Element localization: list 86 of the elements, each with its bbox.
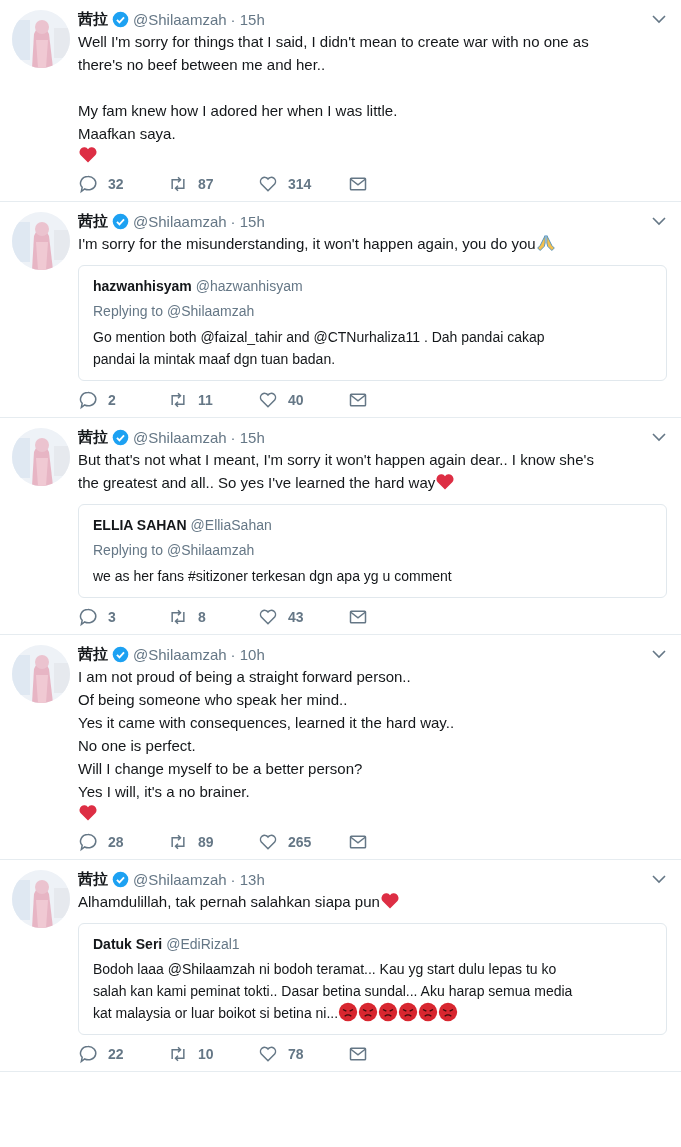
like-count: 314 bbox=[288, 176, 312, 192]
like-count: 78 bbox=[288, 1046, 304, 1062]
user-handle[interactable]: @Shilaamzah bbox=[133, 10, 227, 28]
like-icon[interactable] bbox=[258, 1044, 278, 1064]
quoted-user-name: hazwanhisyam bbox=[93, 277, 192, 296]
like-count: 43 bbox=[288, 609, 304, 625]
angry-face-icon bbox=[358, 1002, 379, 1022]
mail-icon[interactable] bbox=[348, 174, 368, 194]
retweet-icon[interactable] bbox=[168, 1044, 188, 1064]
user-handle[interactable]: @Shilaamzah bbox=[133, 645, 227, 663]
quoted-tweet-text: Go mention both @faizal_tahir and @CTNurhaliza11 . Dah pandai cakap pandai la mintak maaf dgn tuan badan. bbox=[93, 328, 546, 369]
tweet-text: Alhamdulillah, tak pernah salahkan siapa pun bbox=[78, 890, 667, 913]
retweet-icon[interactable] bbox=[168, 390, 188, 410]
retweet-count: 89 bbox=[198, 834, 214, 850]
tweet-text: I'm sorry for the misunderstanding, it won't happen again, you do you bbox=[78, 232, 667, 255]
reply-count: 32 bbox=[108, 176, 124, 192]
retweet-icon[interactable] bbox=[168, 832, 188, 852]
quoted-user-name: Datuk Seri bbox=[93, 935, 163, 954]
verified-badge-icon bbox=[112, 10, 129, 28]
angry-face-icon bbox=[338, 1002, 359, 1022]
user-name[interactable]: 茜拉 bbox=[78, 869, 108, 889]
user-handle[interactable]: @Shilaamzah bbox=[133, 212, 227, 230]
user-name[interactable]: 茜拉 bbox=[78, 9, 108, 29]
reply-icon[interactable] bbox=[78, 174, 98, 194]
mail-icon[interactable] bbox=[348, 390, 368, 410]
reply-icon[interactable] bbox=[78, 1044, 98, 1064]
quoted-tweet[interactable]: ELLIA SAHAN @ElliaSahan Replying to @Shilaamzah we as her fans #sitizoner terkesan dgn apa yg u comment bbox=[78, 504, 667, 598]
retweet-count: 87 bbox=[198, 176, 214, 192]
user-handle[interactable]: @Shilaamzah bbox=[133, 428, 227, 446]
like-icon[interactable] bbox=[258, 832, 278, 852]
retweet-count: 11 bbox=[198, 392, 213, 408]
tweet-time[interactable]: · 15h bbox=[230, 212, 265, 230]
tweet-text: I am not proud of being a straight forward person.. Of being someone who speak her mind.. Yes it came with consequences, learned it the hard way.. No one is perfect. Will I change myself to be a better person? Yes I will, it's a no brainer. bbox=[78, 667, 456, 802]
quoted-user-handle: @EdiRizal1 bbox=[166, 935, 240, 954]
retweet-icon[interactable] bbox=[168, 174, 188, 194]
verified-badge-icon bbox=[112, 212, 129, 230]
reply-count: 22 bbox=[108, 1046, 124, 1062]
like-count: 265 bbox=[288, 834, 312, 850]
retweet-icon[interactable] bbox=[168, 607, 188, 627]
angry-face-icon bbox=[418, 1002, 439, 1022]
heart-icon bbox=[78, 803, 98, 823]
reply-icon[interactable] bbox=[78, 390, 98, 410]
mail-icon[interactable] bbox=[348, 832, 368, 852]
tweet-time[interactable]: · 13h bbox=[230, 870, 265, 888]
mail-icon[interactable] bbox=[348, 1044, 368, 1064]
heart-icon bbox=[435, 472, 456, 492]
retweet-count: 8 bbox=[198, 609, 206, 625]
quoted-tweet[interactable] bbox=[78, 923, 667, 1035]
angry-face-icon bbox=[398, 1002, 419, 1022]
reply-icon[interactable] bbox=[78, 607, 98, 627]
praying-hands-icon bbox=[535, 233, 556, 253]
like-icon[interactable] bbox=[258, 390, 278, 410]
tweet-time[interactable]: · 10h bbox=[230, 645, 265, 663]
like-icon[interactable] bbox=[258, 607, 278, 627]
reply-count: 3 bbox=[108, 609, 116, 625]
angry-face-icon bbox=[438, 1002, 459, 1022]
mail-icon[interactable] bbox=[348, 607, 368, 627]
replying-to-text: Replying to @Shilaamzah bbox=[93, 302, 256, 321]
quoted-tweet[interactable]: hazwanhisyam @hazwanhisyam Replying to @Shilaamzah Go mention both @faizal_tahir and @CTNurhaliza11 . Dah pandai cakap pandai la mintak maaf dgn tuan badan. bbox=[78, 265, 667, 381]
tweet-text: Well I'm sorry for things that I said, I didn't mean to create war with no one as there's no beef between me and her.. bbox=[78, 32, 590, 75]
reply-count: 28 bbox=[108, 834, 124, 850]
like-icon[interactable] bbox=[258, 174, 278, 194]
user-name[interactable]: 茜拉 bbox=[78, 427, 108, 447]
tweet-text: But that's not what I meant, I'm sorry it won't happen again dear.. I know she's the greatest and all.. So yes I've learned the hard way bbox=[78, 450, 595, 494]
verified-badge-icon bbox=[112, 870, 129, 888]
user-handle[interactable]: @Shilaamzah bbox=[133, 870, 227, 888]
reply-icon[interactable] bbox=[78, 832, 98, 852]
tweet-time[interactable]: · 15h bbox=[230, 428, 265, 446]
quoted-user-handle: @hazwanhisyam bbox=[195, 277, 303, 296]
verified-badge-icon bbox=[112, 645, 129, 663]
angry-face-icon bbox=[378, 1002, 399, 1022]
tweet-text: My fam knew how I adored her when I was little. Maafkan saya. bbox=[78, 101, 399, 144]
user-name[interactable]: 茜拉 bbox=[78, 644, 108, 664]
heart-icon bbox=[379, 891, 400, 911]
quoted-user-handle: @ElliaSahan bbox=[190, 516, 272, 535]
reply-count: 2 bbox=[108, 392, 116, 408]
tweet-time[interactable]: · 15h bbox=[230, 10, 265, 28]
quoted-user-name: ELLIA SAHAN bbox=[93, 516, 187, 535]
replying-to-text: Replying to @Shilaamzah bbox=[93, 541, 256, 560]
user-name[interactable]: 茜拉 bbox=[78, 211, 108, 231]
retweet-count: 10 bbox=[198, 1046, 214, 1062]
heart-icon bbox=[78, 145, 98, 165]
like-count: 40 bbox=[288, 392, 304, 408]
verified-badge-icon bbox=[112, 428, 129, 446]
quoted-tweet-text: Bodoh laaa @Shilaamzah ni bodoh teramat... Kau yg start dulu lepas tu ko salah kan kami peminat tokti.. Dasar betina sundal... Aku harap semua media kat malaysia or luar boikot si betina ni... bbox=[93, 960, 574, 1024]
quoted-tweet-text: we as her fans #sitizoner terkesan dgn apa yg u comment bbox=[93, 567, 453, 586]
